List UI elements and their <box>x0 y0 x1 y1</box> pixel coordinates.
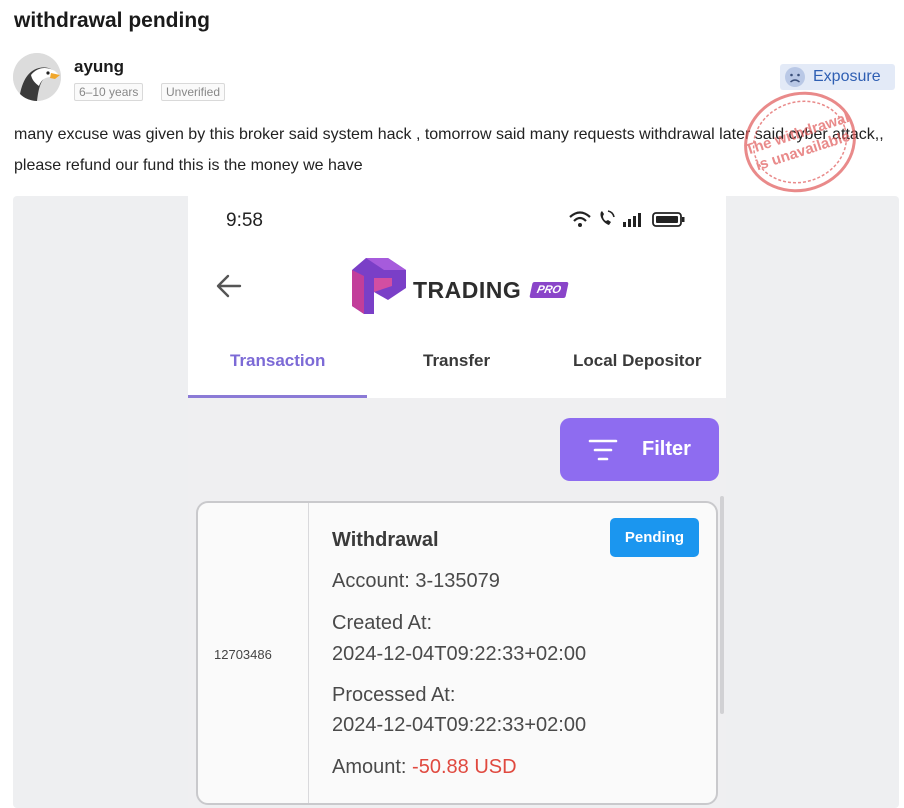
created-at-value: 2024-12-04T09:22:33+02:00 <box>332 643 587 665</box>
tab-transfer[interactable]: Transfer <box>423 351 490 371</box>
sad-face-icon <box>785 67 805 87</box>
amount-value: -50.88 USD <box>412 756 517 778</box>
created-at-label: Created At: <box>332 612 433 634</box>
amount-line: Amount: -50.88 USD <box>332 756 517 779</box>
status-badge: Pending <box>610 518 699 557</box>
post-body: many excuse was given by this broker sai… <box>14 126 884 174</box>
wifi-icon <box>569 211 591 227</box>
status-bar-time: 9:58 <box>226 210 263 231</box>
eagle-avatar-icon <box>13 53 61 101</box>
back-arrow-icon[interactable] <box>214 271 244 301</box>
transaction-type: Withdrawal <box>332 529 439 551</box>
battery-icon <box>652 212 685 227</box>
phone-screenshot: 9:58 TRADING PRO Transaction Transfer Lo… <box>188 196 726 808</box>
processed-at-value: 2024-12-04T09:22:33+02:00 <box>332 714 587 736</box>
amount-label: Amount: <box>332 756 413 778</box>
transaction-id: 12703486 <box>214 647 272 662</box>
trading-pro-logo-icon <box>352 258 406 314</box>
post-title: withdrawal pending <box>14 9 211 32</box>
filter-label: Filter <box>642 438 691 460</box>
active-tab-indicator <box>188 395 367 398</box>
username[interactable]: ayung <box>74 57 124 77</box>
brand-name: TRADING <box>413 277 522 303</box>
scrollbar[interactable] <box>720 496 724 714</box>
status-bar-icons <box>569 210 685 227</box>
user-avatar[interactable] <box>13 53 61 101</box>
tab-transaction[interactable]: Transaction <box>230 351 325 371</box>
filter-icon <box>588 439 618 460</box>
call-icon <box>600 210 615 225</box>
tab-local-depositor[interactable]: Local Depositor <box>573 351 701 371</box>
brand-pro-badge: PRO <box>529 282 569 298</box>
card-divider <box>308 503 309 803</box>
account-line: Account: 3-135079 <box>332 570 500 592</box>
exposure-label: Exposure <box>813 68 881 85</box>
experience-tag: 6–10 years <box>74 83 144 101</box>
filter-button[interactable]: Filter <box>560 418 719 481</box>
exposure-badge[interactable]: Exposure <box>780 64 895 90</box>
transaction-card[interactable]: 12703486 Withdrawal Pending Account: 3-1… <box>196 501 718 805</box>
processed-at-label: Processed At: <box>332 684 456 706</box>
verification-tag: Unverified <box>161 83 226 101</box>
signal-icon <box>623 213 641 227</box>
